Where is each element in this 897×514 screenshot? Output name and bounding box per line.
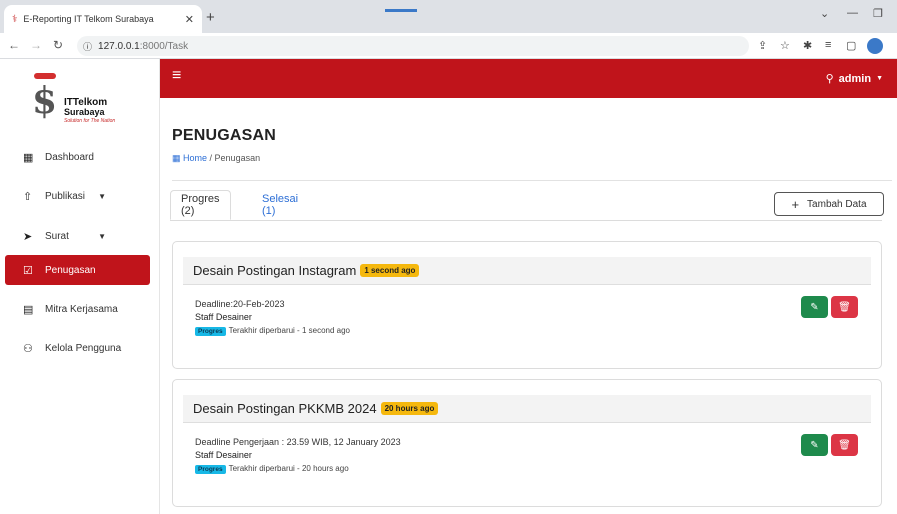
browser-tabstrip: ⚕ E-Reporting IT Telkom Surabaya ✕ + ⌄ —… [0,0,897,33]
logo: $ ITTelkom Surabaya Solution for The Nat… [30,73,140,131]
forward-icon[interactable]: → [30,38,42,52]
plus-icon: + [791,196,800,212]
task-body: Deadline Pengerjaan : 23.59 WIB, 12 Janu… [195,436,401,476]
edit-button[interactable]: ✎ [801,434,828,456]
time-badge: 20 hours ago [380,402,439,415]
task-updated: Terakhir diperbarui - 20 hours ago [228,464,349,473]
send-icon: ➤ [23,230,33,243]
tab-search-icon[interactable]: ⌄ [820,7,829,20]
page-title: PENUGASAN [172,127,277,144]
grid-icon: ▦ [23,151,34,164]
url-path: :8000/Task [139,40,189,52]
user-icon: ⚲ [825,73,834,85]
sidebar-item-mitra-kerjasama[interactable]: ▤ Mitra Kerjasama [5,294,150,324]
url-host: 127.0.0.1 [98,40,140,52]
task-card-header: Desain Postingan Instagram 1 second ago [183,257,871,285]
breadcrumb-home-link[interactable]: Home [183,153,207,163]
chevron-down-icon: ▼ [98,191,106,201]
task-staff: Staff Desainer [195,312,252,322]
app-header: ≡ ⚲ admin ▼ [160,59,897,98]
sidebar-item-publikasi[interactable]: ⇧ Publikasi ▼ [5,181,150,211]
tab-title: E-Reporting IT Telkom Surabaya [23,14,154,24]
add-data-label: Tambah Data [807,198,867,210]
task-card: Desain Postingan PKKMB 2024 20 hours ago… [172,379,882,507]
edit-icon: ✎ [810,301,819,313]
sidebar-item-label: Dashboard [45,151,94,163]
logo-mark-icon: $ [32,80,58,122]
tab-underline [170,220,882,221]
sidepanel-icon[interactable]: ▢ [846,39,856,52]
sidebar-item-penugasan[interactable]: ☑ Penugasan [5,255,150,285]
url-field[interactable]: ⓘ 127.0.0.1:8000/Task [77,36,749,56]
task-title: Desain Postingan Instagram [193,263,357,278]
restore-icon[interactable]: ❐ [873,7,883,20]
task-deadline: Deadline Pengerjaan : 23.59 WIB, 12 Janu… [195,437,401,447]
sidebar-item-label: Mitra Kerjasama [45,303,118,315]
task-title: Desain Postingan PKKMB 2024 [193,401,377,416]
minimize-icon[interactable]: — [847,7,858,19]
caret-down-icon: ▼ [876,75,883,82]
share-icon[interactable]: ⇪ [758,39,767,52]
sidebar-item-kelola-pengguna[interactable]: ⚇ Kelola Pengguna [5,333,150,363]
time-badge: 1 second ago [360,264,420,277]
tab-close-icon[interactable]: ✕ [185,13,194,26]
logo-tagline: Solution for The Nation [64,118,116,124]
tab-selesai[interactable]: Selesai (1) [252,190,308,220]
delete-button[interactable]: 🗑 [831,434,858,456]
sidebar-item-label: Surat [45,230,69,242]
loading-indicator [385,9,417,12]
trash-icon: 🗑 [838,301,851,313]
favicon-icon: ⚕ [12,13,18,25]
home-icon: ▦ [172,153,181,163]
edit-icon: ✎ [810,439,819,451]
sidebar-item-label: Publikasi [45,190,86,202]
users-icon: ⚇ [23,342,33,355]
status-badge: Progres [195,327,226,336]
info-icon[interactable]: ⓘ [83,40,92,53]
logo-line2: Surabaya [64,107,105,117]
reload-icon[interactable]: ↻ [53,38,63,52]
add-data-button[interactable]: + Tambah Data [774,192,884,216]
sidebar-item-surat[interactable]: ➤ Surat ▼ [5,221,150,251]
browser-tab[interactable]: ⚕ E-Reporting IT Telkom Surabaya ✕ [4,5,202,33]
back-icon[interactable]: ← [8,38,20,52]
delete-button[interactable]: 🗑 [831,296,858,318]
check-square-icon: ☑ [23,264,33,277]
chevron-down-icon: ▼ [98,231,106,241]
task-updated: Terakhir diperbarui - 1 second ago [228,326,350,335]
star-icon[interactable]: ☆ [780,39,790,52]
task-card-header: Desain Postingan PKKMB 2024 20 hours ago [183,395,871,423]
sidebar-item-label: Penugasan [45,264,96,276]
sidebar-item-label: Kelola Pengguna [45,342,122,354]
task-card: Desain Postingan Instagram 1 second ago … [172,241,882,369]
sidebar-item-dashboard[interactable]: ▦ Dashboard [5,142,150,172]
divider [172,180,892,181]
new-tab-button[interactable]: + [206,9,215,26]
task-deadline: Deadline:20-Feb-2023 [195,299,285,309]
trash-icon: 🗑 [838,439,851,451]
media-icon[interactable]: ≡ [825,39,831,51]
breadcrumb: ▦ Home / Penugasan [172,153,260,164]
id-card-icon: ▤ [23,303,34,316]
hamburger-menu-icon[interactable]: ≡ [172,67,181,85]
logo-flag [34,73,56,79]
status-badge: Progres [195,465,226,474]
upload-icon: ⇧ [23,190,33,203]
user-menu[interactable]: ⚲ admin ▼ [825,72,883,86]
breadcrumb-current: / Penugasan [207,153,261,163]
extensions-icon[interactable]: ✱ [803,39,812,52]
address-toolbar: ← → ↻ ⓘ 127.0.0.1:8000/Task ⇪ ☆ ✱ ≡ ▢ [0,33,897,59]
profile-icon[interactable] [867,38,883,54]
edit-button[interactable]: ✎ [801,296,828,318]
user-name: admin [838,72,872,85]
task-staff: Staff Desainer [195,450,252,460]
task-body: Deadline:20-Feb-2023 Staff Desainer Prog… [195,298,350,338]
tab-progres[interactable]: Progres (2) [170,190,231,220]
sidebar: $ ITTelkom Surabaya Solution for The Nat… [0,59,160,514]
